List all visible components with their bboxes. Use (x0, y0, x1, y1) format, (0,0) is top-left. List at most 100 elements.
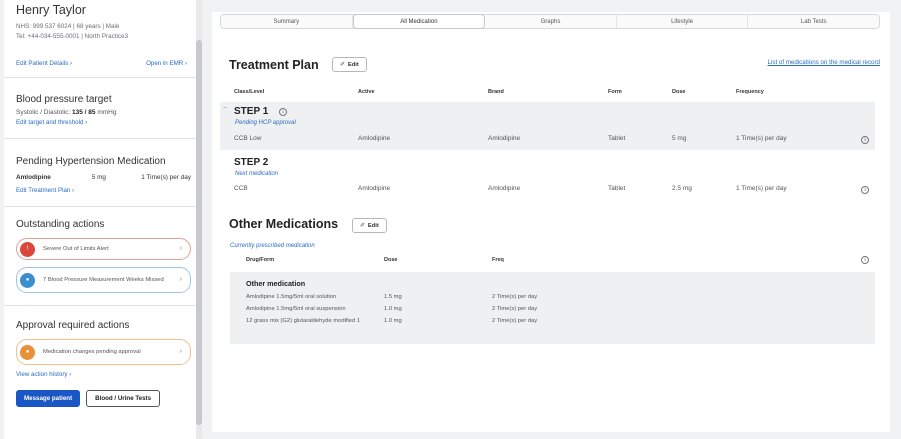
other-med-3-drug: 12 grass mix (G2) glutaraldehyde modifie… (246, 318, 361, 324)
approval-actions-section: Approval required actions ● Medication c… (4, 319, 201, 407)
blood-urine-tests-button[interactable]: Blood / Urine Tests (86, 390, 161, 407)
other-medication-group-title: Other medication (246, 279, 306, 288)
pending-med-freq: 1 Time(s) per day (141, 174, 191, 181)
edit-treatment-plan-link[interactable]: Edit Treatment Plan › (16, 186, 191, 196)
step-1-brand: Amlodipine (488, 135, 521, 142)
chevron-right-icon: › (179, 245, 182, 252)
bp-target-label: Systolic / Diastolic: (16, 109, 71, 116)
step-1-form: Tablet (608, 135, 626, 142)
step-2-frequency: 1 Time(s) per day (736, 185, 787, 192)
step-1-label: STEP 1 (234, 106, 269, 117)
step-1-status: Pending HCP approval (235, 120, 296, 126)
patient-links: Edit Patient Details › Open in EMR › (16, 60, 191, 67)
divider (4, 206, 201, 207)
info-icon[interactable]: i (861, 186, 869, 194)
outstanding-actions-section: Outstanding actions ! Severe Out of Limi… (4, 218, 201, 293)
medication-approval-card[interactable]: ● Medication changes pending approval › (16, 339, 191, 365)
collapse-icon[interactable]: − (223, 105, 227, 112)
col-header-dose: Dose (384, 257, 398, 263)
bp-target-value: 135 / 85 (72, 109, 96, 116)
alert-icon: ! (20, 242, 35, 257)
sidebar-scrollbar-thumb[interactable] (196, 40, 202, 425)
col-header-form: Form (608, 89, 622, 95)
step-2-status: Next medication (235, 171, 279, 177)
step-1-frequency: 1 Time(s) per day (736, 135, 787, 142)
divider (4, 138, 201, 139)
patient-header: Henry Taylor NHS: 999 537 6024 | 68 year… (4, 0, 201, 67)
tab-summary[interactable]: Summary (221, 15, 353, 28)
col-header-drug-form: Drug/Form (246, 257, 275, 263)
info-icon[interactable]: i (861, 256, 869, 264)
missed-measurements-card[interactable]: ● 7 Blood Pressure Measurement Weeks Mis… (16, 267, 191, 293)
step-1-dose: 5 mg (672, 135, 687, 142)
severe-alert-card[interactable]: ! Severe Out of Limits Alert › (16, 238, 191, 260)
step-1-class: CCB Low (234, 135, 262, 142)
col-header-dose: Dose (672, 89, 686, 95)
divider (4, 305, 201, 306)
open-in-emr-link[interactable]: Open in EMR › (146, 60, 187, 67)
other-med-1-dose: 1.5 mg (384, 294, 402, 300)
medication-icon: ● (20, 345, 35, 360)
patient-name: Henry Taylor (16, 3, 86, 17)
step-2-form: Tablet (608, 185, 626, 192)
step-1-row (220, 102, 875, 150)
bp-target-unit: mmHg (97, 109, 117, 116)
edit-label: Edit (347, 61, 359, 68)
pencil-icon: ✐ (340, 61, 345, 68)
other-medications-edit-button[interactable]: ✐ Edit (352, 218, 387, 233)
step-2-label: STEP 2 (234, 157, 269, 168)
approval-actions-title: Approval required actions (16, 320, 130, 331)
step-2-dose: 2.5 mg (672, 185, 692, 192)
col-header-class: Class/Level (234, 89, 265, 95)
other-med-1-freq: 2 Time(s) per day (492, 294, 538, 300)
tab-lifestyle[interactable]: Lifestyle (617, 15, 749, 28)
other-med-3-freq: 2 Time(s) per day (492, 318, 538, 324)
info-icon[interactable]: i (861, 136, 869, 144)
patient-sidebar: Henry Taylor NHS: 999 537 6024 | 68 year… (4, 0, 202, 439)
outstanding-actions-title: Outstanding actions (16, 219, 105, 230)
step-2-brand: Amlodipine (488, 185, 521, 192)
tab-all-medication[interactable]: All Medication (352, 14, 486, 29)
divider (4, 77, 201, 78)
bp-target-title: Blood pressure target (16, 94, 112, 105)
pencil-icon: ✐ (360, 222, 365, 229)
info-icon[interactable]: i (279, 108, 287, 116)
bp-target-values: Systolic / Diastolic: 135 / 85 mmHg (16, 108, 191, 118)
step-1-active: Amlodipine (358, 135, 391, 142)
patient-tel-line: Tel: +44-034-555-0001 | North Practice3 (16, 33, 129, 40)
other-medications-title: Other Medications (229, 217, 339, 231)
app-window: Henry Taylor NHS: 999 537 6024 | 68 year… (0, 0, 901, 439)
col-header-freq: Freq (492, 257, 504, 263)
missed-measurements-label: 7 Blood Pressure Measurement Weeks Misse… (43, 276, 164, 283)
view-action-history-link[interactable]: View action history › (16, 370, 191, 380)
message-patient-button[interactable]: Message patient (16, 390, 81, 407)
other-med-2-dose: 1.0 mg (384, 306, 402, 312)
pending-medication-section: Pending Hypertension Medication Amlodipi… (4, 155, 201, 196)
other-med-2-freq: 2 Time(s) per day (492, 306, 538, 312)
treatment-plan-edit-button[interactable]: ✐ Edit (332, 57, 367, 72)
treatment-plan-title: Treatment Plan (229, 58, 319, 72)
other-med-2-drug: Amlodipine 1.5mg/5ml oral suspension (246, 306, 346, 312)
bp-target-section: Blood pressure target Systolic / Diastol… (4, 93, 201, 128)
other-med-1-drug: Amlodipine 1.5mg/5ml oral solution (246, 294, 337, 300)
measurement-icon: ● (20, 273, 35, 288)
step-2-active: Amlodipine (358, 185, 391, 192)
chevron-right-icon: › (179, 276, 182, 283)
patient-nhs-line: NHS: 999 537 6024 | 68 years | Male (16, 23, 120, 30)
other-medications-subtitle: Currently prescribed medication (230, 243, 315, 249)
severe-alert-label: Severe Out of Limits Alert (43, 245, 109, 252)
col-header-brand: Brand (488, 89, 504, 95)
edit-patient-details-link[interactable]: Edit Patient Details › (16, 60, 72, 67)
pending-medication-title: Pending Hypertension Medication (16, 156, 166, 167)
pending-med-dose: 5 mg (91, 174, 106, 181)
tab-lab-tests[interactable]: Lab Tests (748, 15, 879, 28)
pending-med-name: Amlodipine (16, 174, 51, 181)
edit-label: Edit (367, 222, 379, 229)
medical-record-list-link[interactable]: List of medications on the medical recor… (768, 59, 880, 66)
step-2-class: CCB (234, 185, 248, 192)
other-med-3-dose: 1.0 mg (384, 318, 402, 324)
tab-bar: Summary All Medication Graphs Lifestyle … (220, 14, 880, 29)
edit-target-link[interactable]: Edit target and threshold › (16, 118, 191, 128)
main-panel: Summary All Medication Graphs Lifestyle … (212, 12, 890, 432)
tab-graphs[interactable]: Graphs (485, 15, 617, 28)
